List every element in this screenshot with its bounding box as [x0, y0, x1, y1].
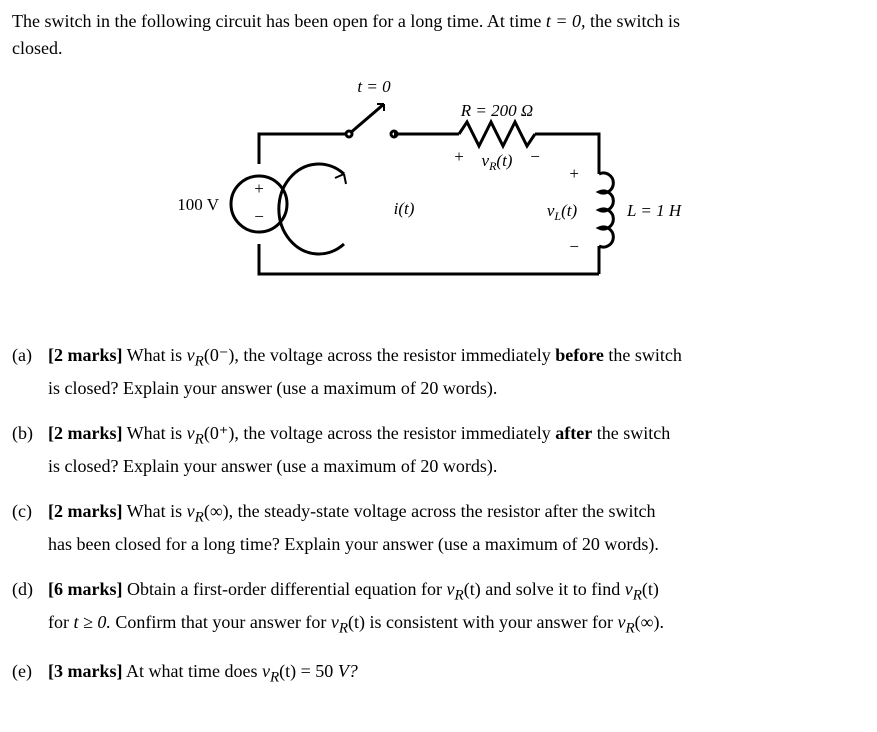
- arg: (t): [348, 612, 365, 632]
- sym: v: [447, 579, 455, 599]
- t: What is: [123, 423, 187, 443]
- q-tag: (d): [12, 576, 48, 640]
- t: At what time does: [123, 661, 262, 681]
- q-tag: (a): [12, 342, 48, 402]
- marks: [3 marks]: [48, 661, 123, 681]
- question-b: (b) [2 marks] What is vR(0⁺), the voltag…: [12, 420, 865, 480]
- vl-minus: −: [569, 237, 579, 256]
- q-body: [2 marks] What is vR(0⁻), the voltage ac…: [48, 342, 865, 402]
- sub: R: [195, 432, 204, 448]
- unit: V?: [338, 661, 358, 681]
- current-label: i(t): [393, 199, 414, 218]
- sub: R: [195, 354, 204, 370]
- q-body: [3 marks] At what time does vR(t) = 50 V…: [48, 658, 865, 689]
- intro-text-1: The switch in the following circuit has …: [12, 11, 546, 31]
- sub: R: [270, 670, 279, 686]
- t: Confirm that your answer for: [111, 612, 331, 632]
- question-c: (c) [2 marks] What is vR(∞), the steady-…: [12, 498, 865, 558]
- arg: (∞).: [635, 612, 664, 632]
- sym: v: [331, 612, 339, 632]
- source-minus: −: [254, 207, 264, 226]
- sym: v: [262, 661, 270, 681]
- t: is consistent with your answer for: [365, 612, 617, 632]
- sub: R: [455, 588, 464, 604]
- sub: R: [633, 588, 642, 604]
- q-tag: (e): [12, 658, 48, 689]
- resistor-label: R = 200 Ω: [459, 101, 532, 120]
- question-d: (d) [6 marks] Obtain a first-order diffe…: [12, 576, 865, 640]
- t: What is: [123, 501, 187, 521]
- t: the switch: [604, 345, 682, 365]
- arg: (0⁻),: [204, 345, 239, 365]
- vr-minus: −: [530, 147, 540, 166]
- bold-word: before: [555, 345, 604, 365]
- t: the voltage across the resistor immediat…: [239, 345, 555, 365]
- q-tag: (c): [12, 498, 48, 558]
- t: the steady-state voltage across the resi…: [233, 501, 655, 521]
- circuit-svg: + − 100 V t = 0 R = 200 Ω + vR(t) − + vL…: [179, 74, 699, 314]
- sub: R: [625, 621, 634, 637]
- sub: R: [339, 621, 348, 637]
- arg: (∞),: [204, 501, 233, 521]
- t: and solve it to find: [481, 579, 625, 599]
- q-tag: (b): [12, 420, 48, 480]
- marks: [6 marks]: [48, 579, 123, 599]
- line2: for t ≥ 0. Confirm that your answer for …: [48, 609, 865, 640]
- bold-word: after: [555, 423, 592, 443]
- circuit-figure: + − 100 V t = 0 R = 200 Ω + vR(t) − + vL…: [12, 74, 865, 314]
- line2: is closed? Explain your answer (use a ma…: [48, 375, 865, 402]
- sym: v: [187, 423, 195, 443]
- arg: (t): [642, 579, 659, 599]
- sym: v: [187, 345, 195, 365]
- inductor-label: L = 1 H: [626, 201, 683, 220]
- sub: R: [195, 510, 204, 526]
- problem-statement: The switch in the following circuit has …: [12, 8, 865, 62]
- line2: is closed? Explain your answer (use a ma…: [48, 453, 865, 480]
- ineq: t ≥ 0.: [74, 612, 111, 632]
- vl-plus: +: [569, 164, 579, 183]
- q-body: [2 marks] What is vR(0⁺), the voltage ac…: [48, 420, 865, 480]
- arg: (t): [464, 579, 481, 599]
- marks: [2 marks]: [48, 345, 123, 365]
- line2: has been closed for a long time? Explain…: [48, 531, 865, 558]
- t: the voltage across the resistor immediat…: [239, 423, 555, 443]
- question-e: (e) [3 marks] At what time does vR(t) = …: [12, 658, 865, 689]
- arg: (0⁺),: [204, 423, 239, 443]
- intro-text-2: the switch is: [586, 11, 681, 31]
- q-body: [2 marks] What is vR(∞), the steady-stat…: [48, 498, 865, 558]
- t: = 50: [296, 661, 338, 681]
- vr-plus: +: [454, 147, 464, 166]
- marks: [2 marks]: [48, 501, 123, 521]
- marks: [2 marks]: [48, 423, 123, 443]
- q-body: [6 marks] Obtain a first-order different…: [48, 576, 865, 640]
- arg: (t): [279, 661, 296, 681]
- t: the switch: [592, 423, 670, 443]
- t: for: [48, 612, 74, 632]
- question-list: (a) [2 marks] What is vR(0⁻), the voltag…: [12, 342, 865, 690]
- t: Obtain a first-order differential equati…: [123, 579, 447, 599]
- source-value: 100 V: [179, 195, 220, 214]
- question-a: (a) [2 marks] What is vR(0⁻), the voltag…: [12, 342, 865, 402]
- intro-line-2: closed.: [12, 38, 62, 58]
- t: What is: [123, 345, 187, 365]
- t-equals-zero: t = 0,: [546, 11, 586, 31]
- source-plus: +: [254, 179, 264, 198]
- sym: v: [625, 579, 633, 599]
- sym: v: [187, 501, 195, 521]
- switch-time-label: t = 0: [357, 77, 391, 96]
- vr-label: vR(t): [481, 151, 512, 173]
- vl-label: vL(t): [546, 201, 577, 223]
